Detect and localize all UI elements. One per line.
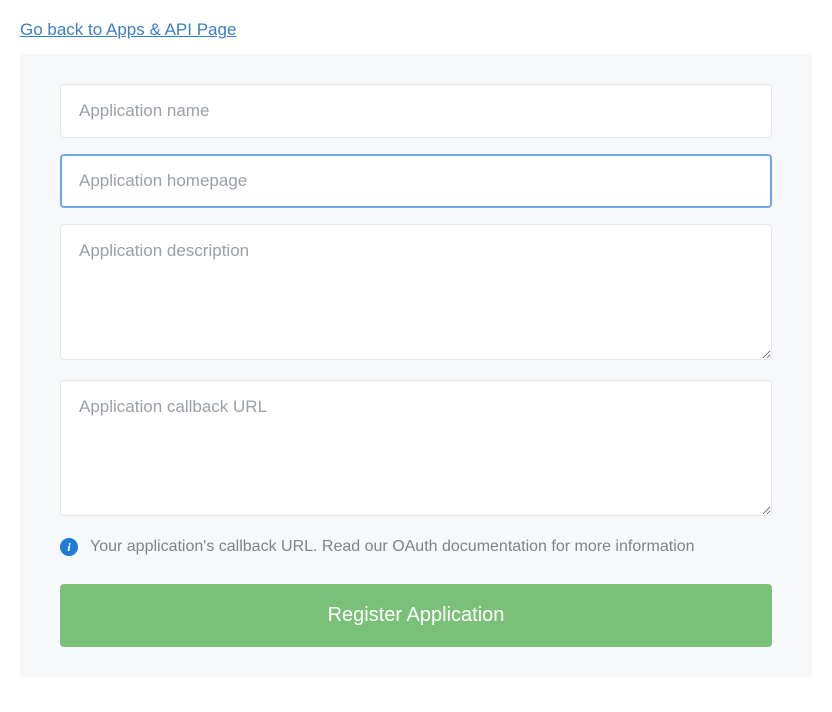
application-name-field[interactable] <box>60 84 772 138</box>
info-text: Your application's callback URL. Read ou… <box>90 538 695 556</box>
info-icon: i <box>60 538 78 556</box>
info-row: i Your application's callback URL. Read … <box>60 538 772 556</box>
application-description-field[interactable] <box>60 224 772 360</box>
back-link[interactable]: Go back to Apps & API Page <box>20 20 236 40</box>
form-panel: i Your application's callback URL. Read … <box>20 54 812 677</box>
register-application-button[interactable]: Register Application <box>60 584 772 647</box>
spacer <box>60 208 772 224</box>
spacer <box>60 138 772 154</box>
application-callback-url-field[interactable] <box>60 380 772 516</box>
application-homepage-field[interactable] <box>60 154 772 208</box>
spacer <box>60 360 772 380</box>
